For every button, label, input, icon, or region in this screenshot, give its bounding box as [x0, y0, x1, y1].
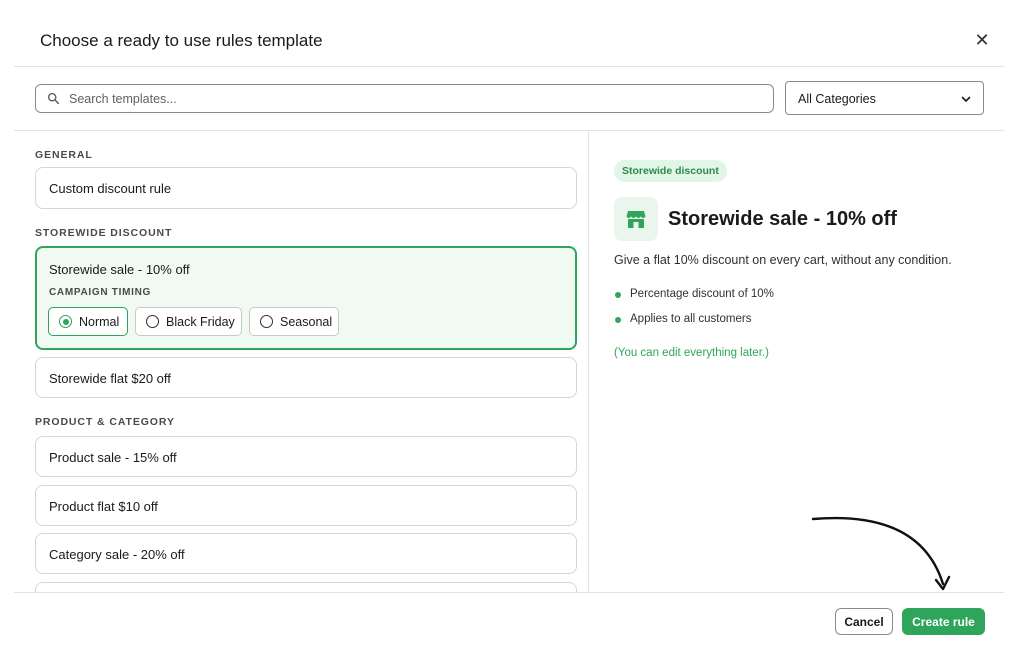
- create-rule-button[interactable]: Create rule: [902, 608, 985, 635]
- search-box[interactable]: [35, 84, 774, 113]
- category-tag: Storewide discount: [614, 160, 727, 182]
- template-item-product-flat[interactable]: Product flat $10 off: [35, 485, 577, 526]
- bullet-dot-icon: [615, 317, 621, 323]
- detail-title: Storewide sale - 10% off: [668, 208, 897, 230]
- modal-title: Choose a ready to use rules template: [40, 31, 323, 50]
- template-item-product-sale[interactable]: Product sale - 15% off: [35, 436, 577, 477]
- cancel-button[interactable]: Cancel: [835, 608, 893, 635]
- template-item-storewide-flat[interactable]: Storewide flat $20 off: [35, 357, 577, 398]
- section-label-general: GENERAL: [35, 149, 93, 161]
- chevron-down-icon: [961, 96, 971, 102]
- edit-note: (You can edit everything later.): [614, 347, 769, 359]
- storefront-icon: [614, 197, 658, 241]
- arrow-annotation-icon: [811, 516, 951, 591]
- radio-seasonal[interactable]: Seasonal: [249, 307, 339, 336]
- search-input[interactable]: [69, 85, 759, 112]
- bullet-text: Percentage discount of 10%: [630, 288, 774, 300]
- header-divider: [14, 66, 1004, 67]
- bullet-text: Applies to all customers: [630, 313, 752, 325]
- bullet-dot-icon: [615, 292, 621, 298]
- template-list: GENERAL Custom discount rule STOREWIDE D…: [0, 131, 588, 592]
- template-item-label: Product sale - 15% off: [49, 450, 177, 465]
- radio-checked-icon: [59, 315, 72, 328]
- section-label-storewide: STOREWIDE DISCOUNT: [35, 227, 173, 239]
- footer-divider: [14, 592, 1004, 593]
- template-item-label: Category sale - 20% off: [49, 547, 185, 562]
- search-icon: [47, 92, 60, 105]
- template-modal: Choose a ready to use rules template ✕ A…: [0, 0, 1023, 664]
- template-item-label: Storewide sale - 10% off: [49, 262, 190, 277]
- template-item-category-sale[interactable]: Category sale - 20% off: [35, 533, 577, 574]
- detail-description: Give a flat 10% discount on every cart, …: [614, 253, 952, 267]
- radio-normal[interactable]: Normal: [48, 307, 128, 336]
- radio-label: Normal: [79, 315, 120, 329]
- category-select-value: All Categories: [798, 92, 876, 106]
- template-item-label: Custom discount rule: [49, 181, 172, 196]
- close-icon[interactable]: ✕: [972, 30, 992, 50]
- section-label-product: PRODUCT & CATEGORY: [35, 416, 175, 428]
- template-item-label: Storewide flat $20 off: [49, 371, 171, 386]
- template-item-storewide-sale[interactable]: Storewide sale - 10% off CAMPAIGN TIMING…: [35, 246, 577, 350]
- category-select[interactable]: All Categories: [785, 81, 984, 115]
- radio-unchecked-icon: [260, 315, 273, 328]
- modal-header: Choose a ready to use rules template ✕: [0, 0, 1023, 67]
- campaign-timing-label: CAMPAIGN TIMING: [49, 287, 151, 298]
- radio-label: Black Friday: [166, 315, 235, 329]
- template-item-label: Product flat $10 off: [49, 499, 158, 514]
- radio-unchecked-icon: [146, 315, 159, 328]
- radio-label: Seasonal: [280, 315, 333, 329]
- template-item-custom-discount[interactable]: Custom discount rule: [35, 167, 577, 209]
- template-item-partial[interactable]: [35, 582, 577, 592]
- radio-black-friday[interactable]: Black Friday: [135, 307, 242, 336]
